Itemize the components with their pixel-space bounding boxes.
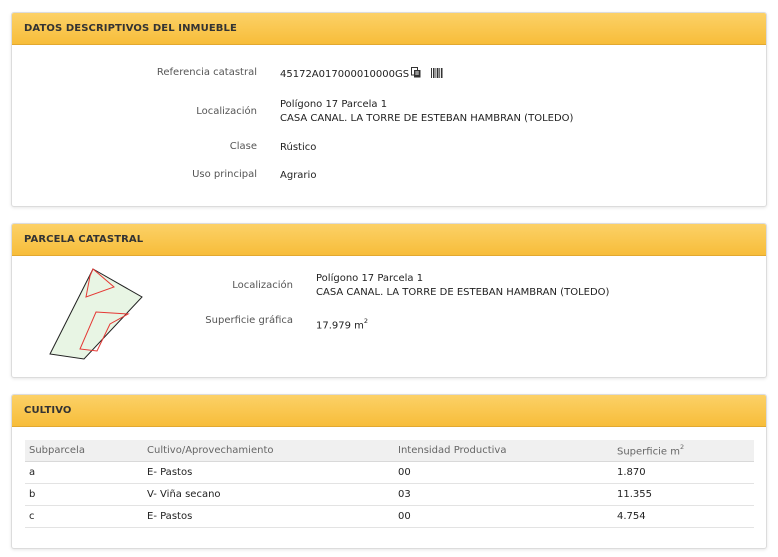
parcela-localizacion-value: Polígono 17 Parcela 1 CASA CANAL. LA TOR… bbox=[316, 272, 609, 300]
col-subparcela: Subparcela bbox=[25, 440, 143, 462]
cell-intensidad: 00 bbox=[394, 505, 613, 528]
cultivo-table: Subparcela Cultivo/Aprovechamiento Inten… bbox=[25, 440, 754, 528]
uso-principal-label: Uso principal bbox=[192, 169, 257, 180]
datos-descriptivos-panel: DATOS DESCRIPTIVOS DEL INMUEBLE Referenc… bbox=[11, 12, 767, 207]
referencia-catastral-value[interactable]: 45172A017000010000GS bbox=[280, 68, 409, 82]
copy-icon[interactable] bbox=[411, 67, 421, 83]
localizacion-line1: Polígono 17 Parcela 1 bbox=[280, 99, 388, 110]
parcela-catastral-title: PARCELA CATASTRAL bbox=[12, 224, 766, 256]
parcela-localizacion-label: Localización bbox=[232, 280, 293, 291]
superficie-grafica-exponent: 2 bbox=[363, 317, 369, 325]
cell-intensidad: 00 bbox=[394, 461, 613, 484]
table-row: b V- Viña secano 03 11.355 bbox=[25, 483, 754, 506]
parcela-localizacion-line1: Polígono 17 Parcela 1 bbox=[316, 273, 424, 284]
cell-subparcela: c bbox=[25, 505, 143, 528]
datos-descriptivos-title: DATOS DESCRIPTIVOS DEL INMUEBLE bbox=[12, 13, 766, 45]
superficie-grafica-value: 17.979 m2 bbox=[316, 315, 368, 333]
localizacion-line2: CASA CANAL. LA TORRE DE ESTEBAN HAMBRAN … bbox=[280, 113, 574, 124]
cell-cultivo: V- Viña secano bbox=[143, 483, 394, 506]
cell-superficie: 11.355 bbox=[613, 483, 754, 506]
col-superficie: Superficie m2 bbox=[613, 440, 754, 462]
superficie-grafica-number: 17.979 m bbox=[316, 320, 364, 332]
cell-cultivo: E- Pastos bbox=[143, 505, 394, 528]
referencia-catastral-label: Referencia catastral bbox=[156, 67, 257, 78]
cell-superficie: 1.870 bbox=[613, 461, 754, 484]
table-row: a E- Pastos 00 1.870 bbox=[25, 461, 754, 484]
table-header-row: Subparcela Cultivo/Aprovechamiento Inten… bbox=[25, 440, 754, 462]
col-intensidad: Intensidad Productiva bbox=[394, 440, 613, 462]
clase-value: Rústico bbox=[280, 142, 317, 153]
table-row: c E- Pastos 00 4.754 bbox=[25, 505, 754, 528]
cell-subparcela: b bbox=[25, 483, 143, 506]
clase-label: Clase bbox=[229, 141, 257, 152]
cell-cultivo: E- Pastos bbox=[143, 461, 394, 484]
localizacion-label: Localización bbox=[196, 106, 257, 117]
cell-superficie: 4.754 bbox=[613, 505, 754, 528]
uso-principal-value: Agrario bbox=[280, 170, 317, 181]
referencia-catastral-row: 45172A017000010000GS bbox=[280, 67, 443, 83]
cultivo-title: CULTIVO bbox=[12, 395, 766, 427]
col-superficie-label: Superficie m bbox=[617, 445, 680, 457]
superficie-grafica-label: Superficie gráfica bbox=[205, 315, 293, 326]
localizacion-value: Polígono 17 Parcela 1 CASA CANAL. LA TOR… bbox=[280, 98, 573, 126]
cell-subparcela: a bbox=[25, 461, 143, 484]
barcode-icon[interactable] bbox=[431, 67, 443, 83]
col-superficie-exponent: 2 bbox=[679, 442, 685, 451]
cultivo-panel: CULTIVO Subparcela Cultivo/Aprovechamien… bbox=[11, 394, 767, 549]
parcela-localizacion-line2: CASA CANAL. LA TORRE DE ESTEBAN HAMBRAN … bbox=[316, 287, 610, 298]
parcela-catastral-panel: PARCELA CATASTRAL Localización Polígono … bbox=[11, 223, 767, 378]
cell-intensidad: 03 bbox=[394, 483, 613, 506]
col-cultivo: Cultivo/Aprovechamiento bbox=[143, 440, 394, 462]
